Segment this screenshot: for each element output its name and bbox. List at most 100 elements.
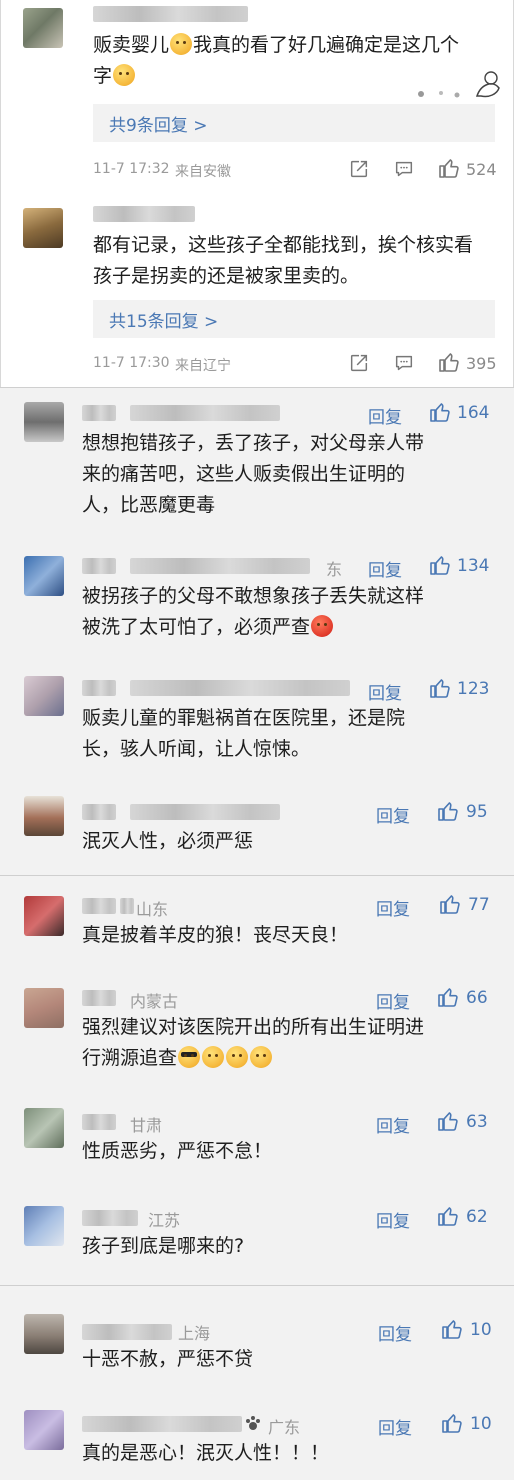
like-count: 123	[457, 679, 490, 699]
view-replies-link[interactable]: 共15条回复 >	[109, 307, 218, 332]
username-blurred[interactable]	[130, 558, 310, 574]
avatar[interactable]	[23, 208, 63, 248]
avatar[interactable]	[24, 1410, 64, 1450]
comment-date: 11-7 17:32	[93, 161, 170, 177]
comment-text: 十恶不赦，严惩不贷	[82, 1348, 254, 1370]
user-location: 东	[326, 560, 343, 579]
reply-button[interactable]: 回复	[378, 1320, 412, 1345]
comment-text: 贩卖儿童的罪魁祸首在医院里，还是院	[82, 707, 406, 729]
comment-text: 真是披着羊皮的狼！丧尽天良！	[82, 924, 349, 946]
share-icon[interactable]	[348, 158, 370, 180]
comment-icon[interactable]	[393, 158, 415, 180]
gasp-face-emoji	[202, 1046, 225, 1068]
comment-text: 想想抱错孩子，丢了孩子，对父母亲人带	[82, 432, 425, 454]
thumbs-up-icon[interactable]	[436, 799, 460, 823]
like-count: 164	[457, 403, 490, 423]
username-blurred[interactable]	[82, 1114, 116, 1130]
thumbs-up-icon[interactable]	[428, 676, 452, 700]
paw-icon	[246, 1416, 260, 1430]
reply-button[interactable]: 回复	[376, 802, 410, 827]
reply-button[interactable]: 回复	[368, 403, 402, 428]
user-location: 甘肃	[130, 1116, 163, 1135]
angry-face-emoji	[311, 615, 334, 637]
username-blurred[interactable]	[82, 1416, 242, 1432]
avatar[interactable]	[24, 1108, 64, 1148]
avatar[interactable]	[24, 1206, 64, 1246]
reply-button[interactable]: 回复	[376, 988, 410, 1013]
user-location: 广东	[268, 1418, 301, 1437]
comment-date: 11-7 17:30	[93, 355, 170, 371]
username-blurred[interactable]	[120, 898, 134, 914]
avatar[interactable]	[24, 556, 64, 596]
comment-text-line2: 行溯源追查	[82, 1043, 273, 1074]
like-count: 95	[466, 802, 488, 822]
reply-button[interactable]: 回复	[376, 1112, 410, 1137]
username-blurred[interactable]	[82, 558, 116, 574]
thumbs-up-icon[interactable]	[437, 350, 461, 374]
reply-button[interactable]: 回复	[368, 679, 402, 704]
thumbs-up-icon[interactable]	[440, 1317, 464, 1341]
gasp-face-emoji	[250, 1046, 273, 1068]
like-count: 134	[457, 556, 490, 576]
sweat-smile-emoji	[113, 64, 136, 86]
thumbs-up-icon[interactable]	[437, 156, 461, 180]
replies-box[interactable]: 共15条回复 >	[93, 300, 495, 338]
view-replies-link[interactable]: 共9条回复 >	[109, 111, 207, 136]
comment-panel-4: 上海 回复 10 十恶不赦，严惩不贷 广东 回复 10 真的是恶心！泯灭人性！！…	[0, 1286, 514, 1480]
like-count: 10	[470, 1320, 492, 1340]
comment-source: 来自辽宁	[175, 358, 231, 374]
comment-text-line2: 来的痛苦吧，这些人贩卖假出生证明的	[82, 463, 406, 485]
comment-text-line2: 孩子是拐卖的还是被家里卖的。	[93, 265, 360, 287]
user-location: 山东	[136, 900, 169, 919]
thumbs-up-icon[interactable]	[436, 1109, 460, 1133]
thumbs-up-icon[interactable]	[438, 892, 462, 916]
avatar[interactable]	[24, 796, 64, 836]
replies-box[interactable]: 共9条回复 >	[93, 104, 495, 142]
username-blurred[interactable]	[82, 990, 116, 1006]
avatar[interactable]	[24, 896, 64, 936]
thumbs-up-icon[interactable]	[436, 985, 460, 1009]
reply-button[interactable]: 回复	[368, 556, 402, 581]
comment-text: 真的是恶心！泯灭人性！！！	[82, 1442, 330, 1464]
username-blurred[interactable]	[82, 680, 116, 696]
username-blurred[interactable]	[93, 6, 248, 22]
username-blurred[interactable]	[82, 1324, 172, 1340]
sticker-decoration	[418, 71, 500, 98]
user-location: 江苏	[148, 1211, 181, 1230]
avatar[interactable]	[24, 676, 64, 716]
comment-text: 被拐孩子的父母不敢想象孩子丢失就这样	[82, 585, 425, 607]
username-blurred[interactable]	[130, 680, 350, 696]
username-blurred[interactable]	[130, 804, 280, 820]
avatar[interactable]	[23, 8, 63, 48]
like-count: 395	[466, 354, 497, 373]
thumbs-up-icon[interactable]	[440, 1411, 464, 1435]
share-icon[interactable]	[348, 352, 370, 374]
comment-icon[interactable]	[393, 352, 415, 374]
like-count: 63	[466, 1112, 488, 1132]
like-count: 66	[466, 988, 488, 1008]
sunglasses-face-emoji	[178, 1046, 201, 1068]
username-blurred[interactable]	[82, 804, 116, 820]
username-blurred[interactable]	[82, 898, 116, 914]
username-blurred[interactable]	[130, 405, 280, 421]
reply-button[interactable]: 回复	[376, 1207, 410, 1232]
thumbs-up-icon[interactable]	[436, 1204, 460, 1228]
username-blurred[interactable]	[82, 405, 116, 421]
avatar[interactable]	[24, 402, 64, 442]
thumbs-up-icon[interactable]	[428, 553, 452, 577]
avatar[interactable]	[24, 1314, 64, 1354]
like-count: 10	[470, 1414, 492, 1434]
avatar[interactable]	[24, 988, 64, 1028]
reply-button[interactable]: 回复	[376, 895, 410, 920]
comment-panel-1: 贩卖婴儿 我真的看了好几遍确定是这几个 字 共9条回复 > 11-7 17:32 …	[0, 0, 514, 388]
thumbs-up-icon[interactable]	[428, 400, 452, 424]
shocked-face-emoji	[170, 33, 193, 55]
username-blurred[interactable]	[82, 1210, 138, 1226]
like-count: 524	[466, 160, 497, 179]
comment-text-line2: 被洗了太可怕了，必须严查	[82, 612, 334, 643]
reply-button[interactable]: 回复	[378, 1414, 412, 1439]
comment-text: 泯灭人性，必须严惩	[82, 830, 254, 852]
comment-text: 性质恶劣，严惩不怠！	[82, 1140, 273, 1162]
comment-text: 都有记录，这些孩子全都能找到，挨个核实看	[93, 234, 474, 256]
username-blurred[interactable]	[93, 206, 195, 222]
